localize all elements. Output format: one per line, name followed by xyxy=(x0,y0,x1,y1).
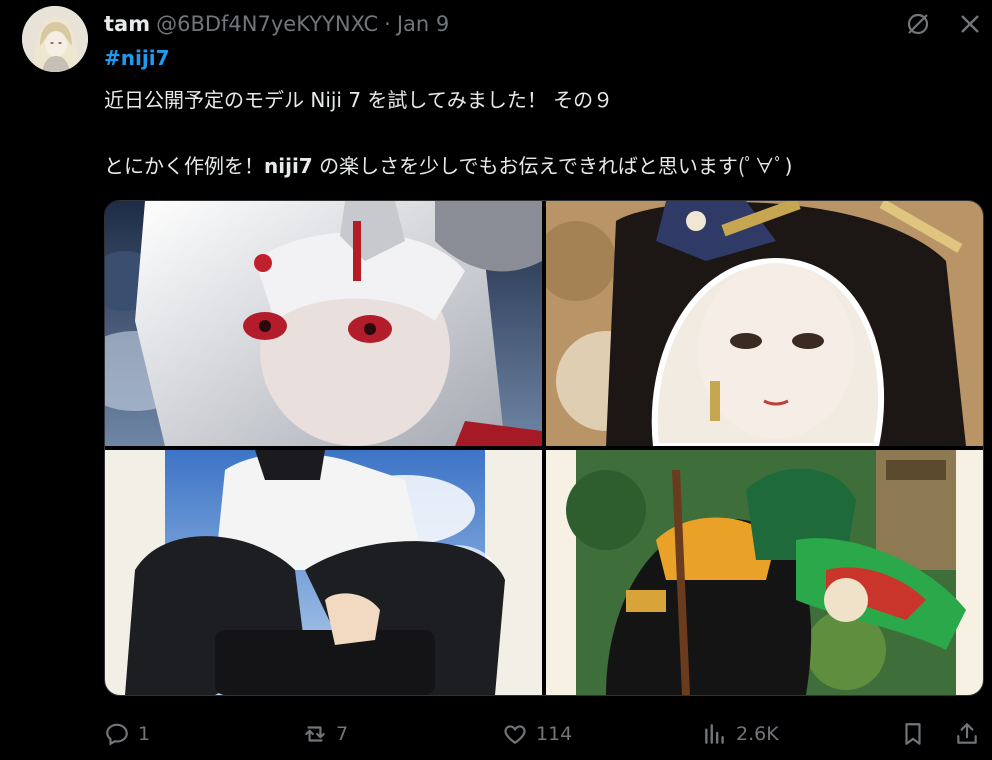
niji7-bold-text: niji7 xyxy=(264,154,313,178)
repost-button[interactable]: 7 xyxy=(302,714,348,754)
views-button[interactable]: 2.6K xyxy=(702,714,779,754)
reply-icon xyxy=(106,723,128,746)
tweet-text-segment: とにかく作例を！ xyxy=(104,154,264,178)
views-count: 2.6K xyxy=(736,723,779,745)
tweet-text-segment: の楽しさを少しでもお伝えできればと思います(ﾟ∀ﾟ) xyxy=(312,154,793,178)
reply-button[interactable]: 1 xyxy=(104,714,150,754)
grok-icon[interactable] xyxy=(904,10,932,38)
tweet-header: tam @6BDf4N7yeKYYNXC · Jan 9 xyxy=(104,8,992,40)
reply-count: 1 xyxy=(138,723,151,745)
like-count: 114 xyxy=(536,723,573,745)
media-grid xyxy=(104,200,984,696)
like-icon xyxy=(504,725,526,744)
bookmark-button[interactable] xyxy=(900,714,926,754)
geisha-portrait-image[interactable] xyxy=(546,201,983,446)
repost-count: 7 xyxy=(336,723,349,745)
author-handle[interactable]: @6BDf4N7yeKYYNXC xyxy=(156,12,378,36)
author-name[interactable]: tam xyxy=(104,12,150,36)
views-icon xyxy=(705,724,724,744)
more-icon[interactable] xyxy=(956,10,984,38)
share-icon xyxy=(957,723,977,744)
action-bar: 1 7 114 2.6K xyxy=(104,714,982,754)
tweet-date[interactable]: Jan 9 xyxy=(397,12,449,36)
tweet-text-line-1: 近日公開予定のモデル Niji 7 を試してみました！ その９ xyxy=(104,88,614,112)
sitting-boy-image[interactable] xyxy=(105,450,542,695)
hashtag-link[interactable]: #niji7 xyxy=(104,46,169,70)
like-button[interactable]: 114 xyxy=(502,714,572,754)
bookmark-icon xyxy=(905,723,921,745)
avatar[interactable] xyxy=(22,6,88,72)
silver-haired-girl-image[interactable] xyxy=(105,201,542,446)
separator-dot: · xyxy=(384,12,391,36)
rider-on-horse-image[interactable] xyxy=(546,450,983,695)
tweet-text-line-2: とにかく作例を！niji7 の楽しさを少しでもお伝えできればと思います(ﾟ∀ﾟ) xyxy=(104,150,792,179)
share-button[interactable] xyxy=(954,714,980,754)
repost-icon xyxy=(305,726,325,742)
